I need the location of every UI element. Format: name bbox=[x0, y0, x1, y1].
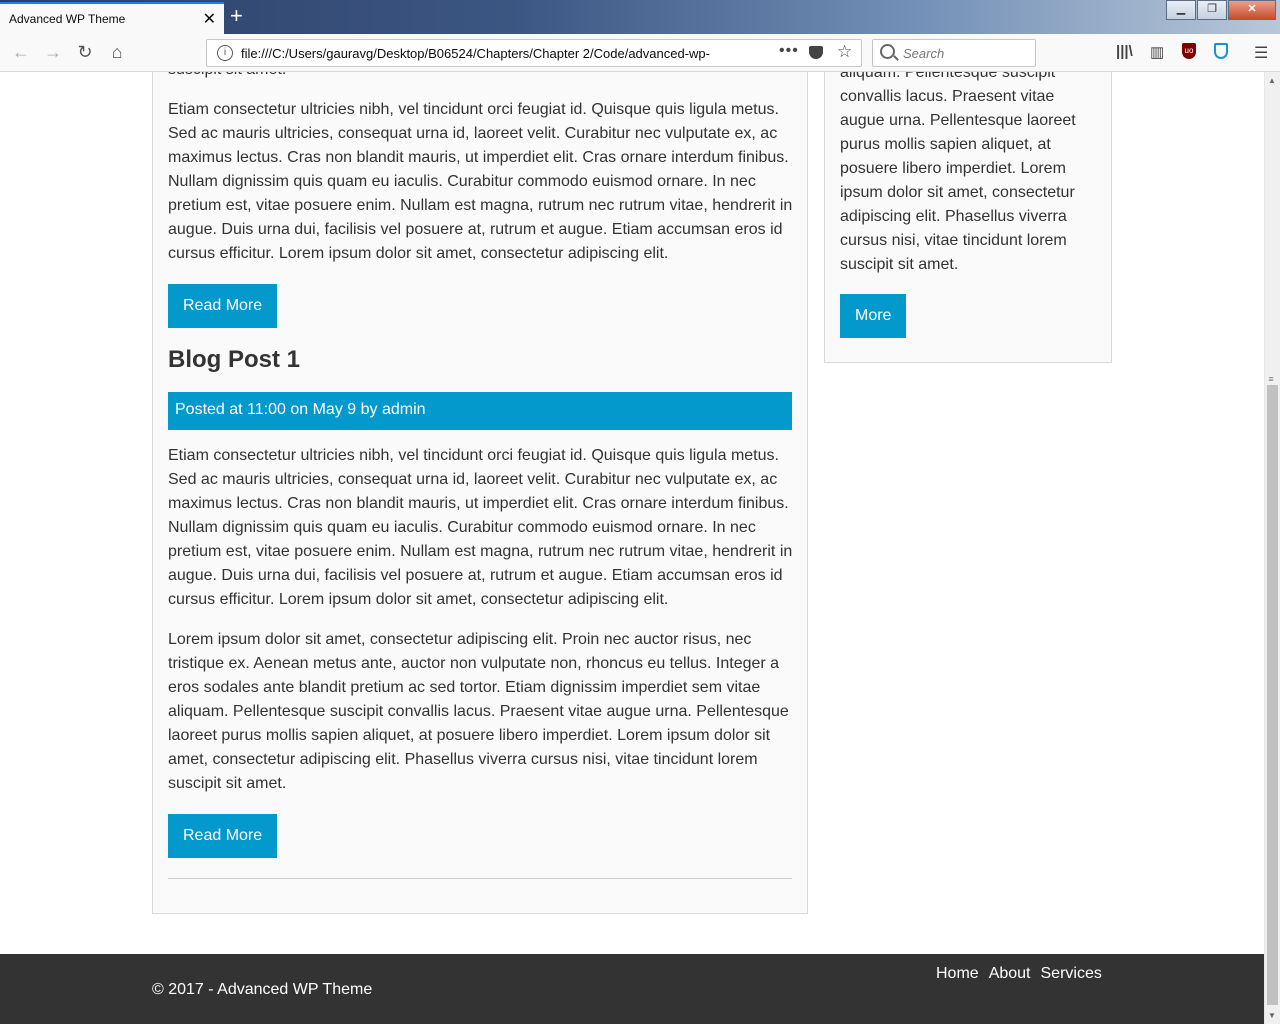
vertical-scrollbar[interactable]: ▲ ≡ ▼ bbox=[1264, 72, 1280, 1024]
search-input[interactable]: Search bbox=[872, 39, 1036, 67]
pocket-icon[interactable] bbox=[809, 46, 823, 59]
home-icon[interactable]: ⌂ bbox=[106, 42, 128, 63]
minimize-icon[interactable]: ▁ bbox=[1166, 0, 1196, 20]
footer-link-home[interactable]: Home bbox=[936, 965, 979, 983]
paragraph-fragment: suscipit sit amet. bbox=[168, 72, 794, 82]
browser-toolbar: ← → ↻ ⌂ i file:///C:/Users/gauravg/Deskt… bbox=[0, 34, 1280, 72]
site-info-icon[interactable]: i bbox=[217, 45, 233, 61]
sidebar-widget: aliquam. Pellentesque suscipit convallis… bbox=[824, 72, 1112, 363]
sidebar-text: aliquam. Pellentesque suscipit convallis… bbox=[840, 72, 1076, 273]
site-footer: © 2017 - Advanced WP Theme Home About Se… bbox=[0, 954, 1264, 1024]
copyright-text: © 2017 - Advanced WP Theme bbox=[152, 981, 373, 998]
read-more-button[interactable]: Read More bbox=[168, 284, 278, 328]
ublock-icon[interactable]: uo bbox=[1182, 43, 1196, 59]
post-title[interactable]: Blog Post 1 bbox=[168, 346, 300, 374]
menu-icon[interactable]: ☰ bbox=[1254, 43, 1268, 63]
grip-icon: ≡ bbox=[1268, 374, 1274, 384]
page-viewport: suscipit sit amet. Etiam consectetur ult… bbox=[0, 72, 1264, 1024]
scrollbar-thumb[interactable] bbox=[1267, 385, 1278, 1005]
browser-tab[interactable]: Advanced WP Theme ✕ bbox=[0, 2, 224, 34]
more-button[interactable]: More bbox=[840, 294, 907, 338]
post-paragraph: Etiam consectetur ultricies nibh, vel ti… bbox=[168, 447, 793, 608]
new-tab-icon[interactable]: + bbox=[230, 4, 243, 28]
footer-nav: Home About Services bbox=[936, 965, 1102, 983]
url-text[interactable]: file:///C:/Users/gauravg/Desktop/B06524/… bbox=[241, 46, 751, 61]
forward-icon[interactable]: → bbox=[42, 42, 64, 63]
page-actions-icon[interactable]: ••• bbox=[779, 42, 799, 60]
shield-icon[interactable] bbox=[1214, 43, 1228, 59]
tab-close-icon[interactable]: ✕ bbox=[203, 9, 216, 29]
window-controls: ▁ ❐ ✕ bbox=[1165, 0, 1276, 20]
bookmark-star-icon[interactable]: ☆ bbox=[837, 42, 852, 62]
search-icon bbox=[880, 44, 895, 59]
library-icon[interactable]: |||\ bbox=[1116, 43, 1133, 60]
window-close-icon[interactable]: ✕ bbox=[1228, 0, 1276, 20]
scroll-down-icon[interactable]: ▼ bbox=[1268, 1011, 1276, 1020]
sidebar-icon[interactable]: ▥ bbox=[1150, 43, 1164, 61]
reload-icon[interactable]: ↻ bbox=[74, 42, 96, 63]
post-paragraph: Lorem ipsum dolor sit amet, consectetur … bbox=[168, 631, 789, 792]
footer-link-services[interactable]: Services bbox=[1041, 965, 1102, 983]
back-icon[interactable]: ← bbox=[10, 42, 32, 63]
tab-title: Advanced WP Theme bbox=[9, 12, 126, 26]
scroll-up-icon[interactable]: ▲ bbox=[1268, 76, 1276, 85]
read-more-button[interactable]: Read More bbox=[168, 814, 278, 858]
post-meta: Posted at 11:00 on May 9 by admin bbox=[168, 392, 792, 430]
address-bar[interactable]: i file:///C:/Users/gauravg/Desktop/B0652… bbox=[206, 39, 862, 67]
window-titlebar: Advanced WP Theme ✕ + ▁ ❐ ✕ bbox=[0, 0, 1280, 34]
footer-link-about[interactable]: About bbox=[989, 965, 1031, 983]
post-paragraph: Etiam consectetur ultricies nibh, vel ti… bbox=[168, 101, 793, 262]
main-content: suscipit sit amet. Etiam consectetur ult… bbox=[152, 72, 808, 914]
divider bbox=[168, 878, 792, 879]
maximize-icon[interactable]: ❐ bbox=[1197, 0, 1227, 20]
search-placeholder: Search bbox=[903, 46, 945, 61]
